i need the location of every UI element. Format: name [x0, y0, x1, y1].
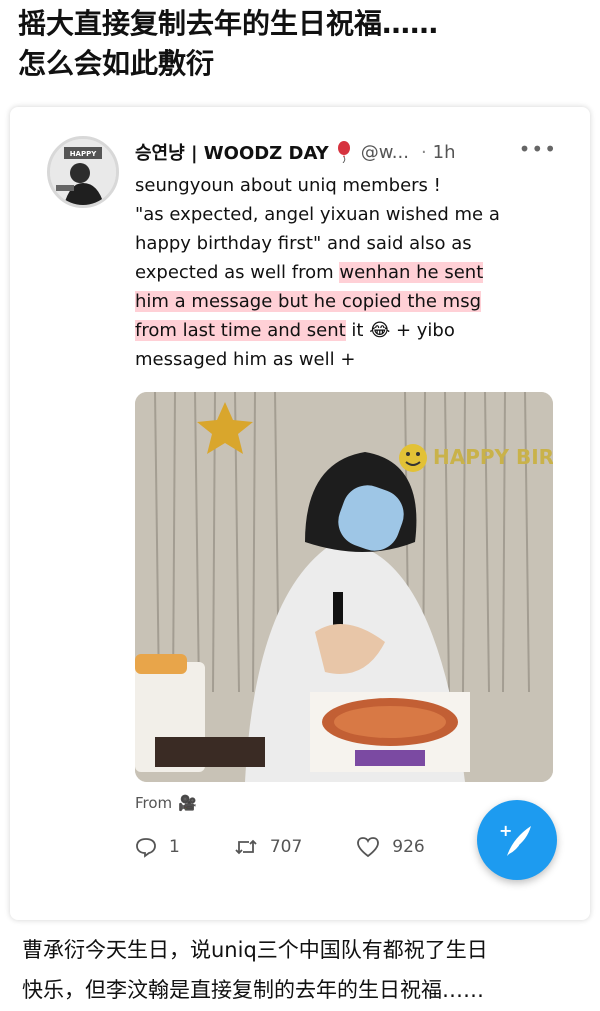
headline-line-1: 摇大直接复制去年的生日祝福…… — [18, 7, 439, 40]
tweet-text-line: from last time and sent it 😂 + yibo — [135, 316, 555, 345]
tweet-media[interactable]: HAPPY BIRTHDAY — [135, 392, 553, 782]
reply-icon — [136, 838, 156, 858]
like-button[interactable]: 926 — [356, 836, 425, 858]
reply-button[interactable]: 1 — [135, 836, 180, 858]
banner-text: HAPPY BIRTHDAY — [433, 445, 553, 469]
avatar[interactable]: HAPPY — [47, 136, 119, 208]
heart-icon — [357, 837, 380, 858]
tweet-text-line: him a message but he copied the msg — [135, 287, 555, 316]
text-segment: "as expected, angel yixuan wished me a — [135, 204, 500, 225]
caption-line-1: 曹承衍今天生日，说uniq三个中国队有都祝了生日 — [22, 938, 488, 962]
text-segment: seungyoun about uniq members ! — [135, 175, 441, 196]
handle[interactable]: @w... — [361, 142, 409, 163]
tweet-text-line: expected as well from wenhan he sent — [135, 258, 555, 287]
caption-line-2: 快乐，但李汶翰是直接复制的去年的生日祝福…… — [22, 978, 484, 1002]
tweet-header: 승연냥 | WOODZ DAY @w... · 1h ••• — [135, 137, 575, 167]
highlighted-text: wenhan he sent — [339, 262, 484, 283]
camera-icon: 🎥 — [178, 794, 197, 812]
caption: 曹承衍今天生日，说uniq三个中国队有都祝了生日 快乐，但李汶翰是直接复制的去年… — [22, 930, 582, 1010]
balloon-icon — [337, 141, 351, 164]
compose-plus: + — [499, 821, 512, 840]
tweet-text-line: happy birthday first" and said also as — [135, 229, 555, 258]
tweet-text: seungyoun about uniq members ! "as expect… — [135, 171, 555, 374]
like-count: 926 — [392, 837, 425, 857]
text-segment: it 😂 + yibo — [345, 320, 455, 341]
headline: 摇大直接复制去年的生日祝福…… 怎么会如此敷衍 — [18, 4, 584, 84]
tweet-text-line: seungyoun about uniq members ! — [135, 171, 555, 200]
highlighted-text: from last time and sent — [135, 320, 346, 341]
display-name[interactable]: 승연냥 | WOODZ DAY — [135, 139, 329, 165]
birthday-photo: HAPPY BIRTHDAY — [135, 392, 553, 782]
retweet-button[interactable]: 707 — [234, 836, 302, 858]
from-label: From — [135, 794, 173, 812]
avatar-image: HAPPY — [50, 139, 116, 205]
highlighted-text: him a message but he copied the msg — [135, 291, 482, 312]
tweet-text-line: messaged him as well + — [135, 345, 555, 374]
timestamp[interactable]: 1h — [433, 142, 456, 163]
separator: · — [420, 141, 427, 163]
retweet-icon — [235, 839, 257, 855]
feather-compose-icon: + — [499, 821, 531, 856]
text-segment: happy birthday first" and said also as — [135, 233, 472, 254]
tweet-text-line: "as expected, angel yixuan wished me a — [135, 200, 555, 229]
more-horizontal-icon[interactable]: ••• — [519, 137, 557, 161]
compose-tweet-button[interactable]: + — [477, 800, 557, 880]
reply-count: 1 — [169, 837, 180, 857]
from-row: From 🎥 — [135, 791, 197, 815]
headline-line-2: 怎么会如此敷衍 — [18, 47, 215, 80]
text-segment: expected as well from — [135, 262, 340, 283]
text-segment: messaged him as well + — [135, 349, 356, 370]
tweet-card[interactable]: HAPPY 승연냥 | WOODZ DAY @w... · 1h ••• seu… — [10, 107, 590, 920]
svg-text:HAPPY: HAPPY — [70, 150, 98, 158]
retweet-count: 707 — [269, 837, 303, 857]
